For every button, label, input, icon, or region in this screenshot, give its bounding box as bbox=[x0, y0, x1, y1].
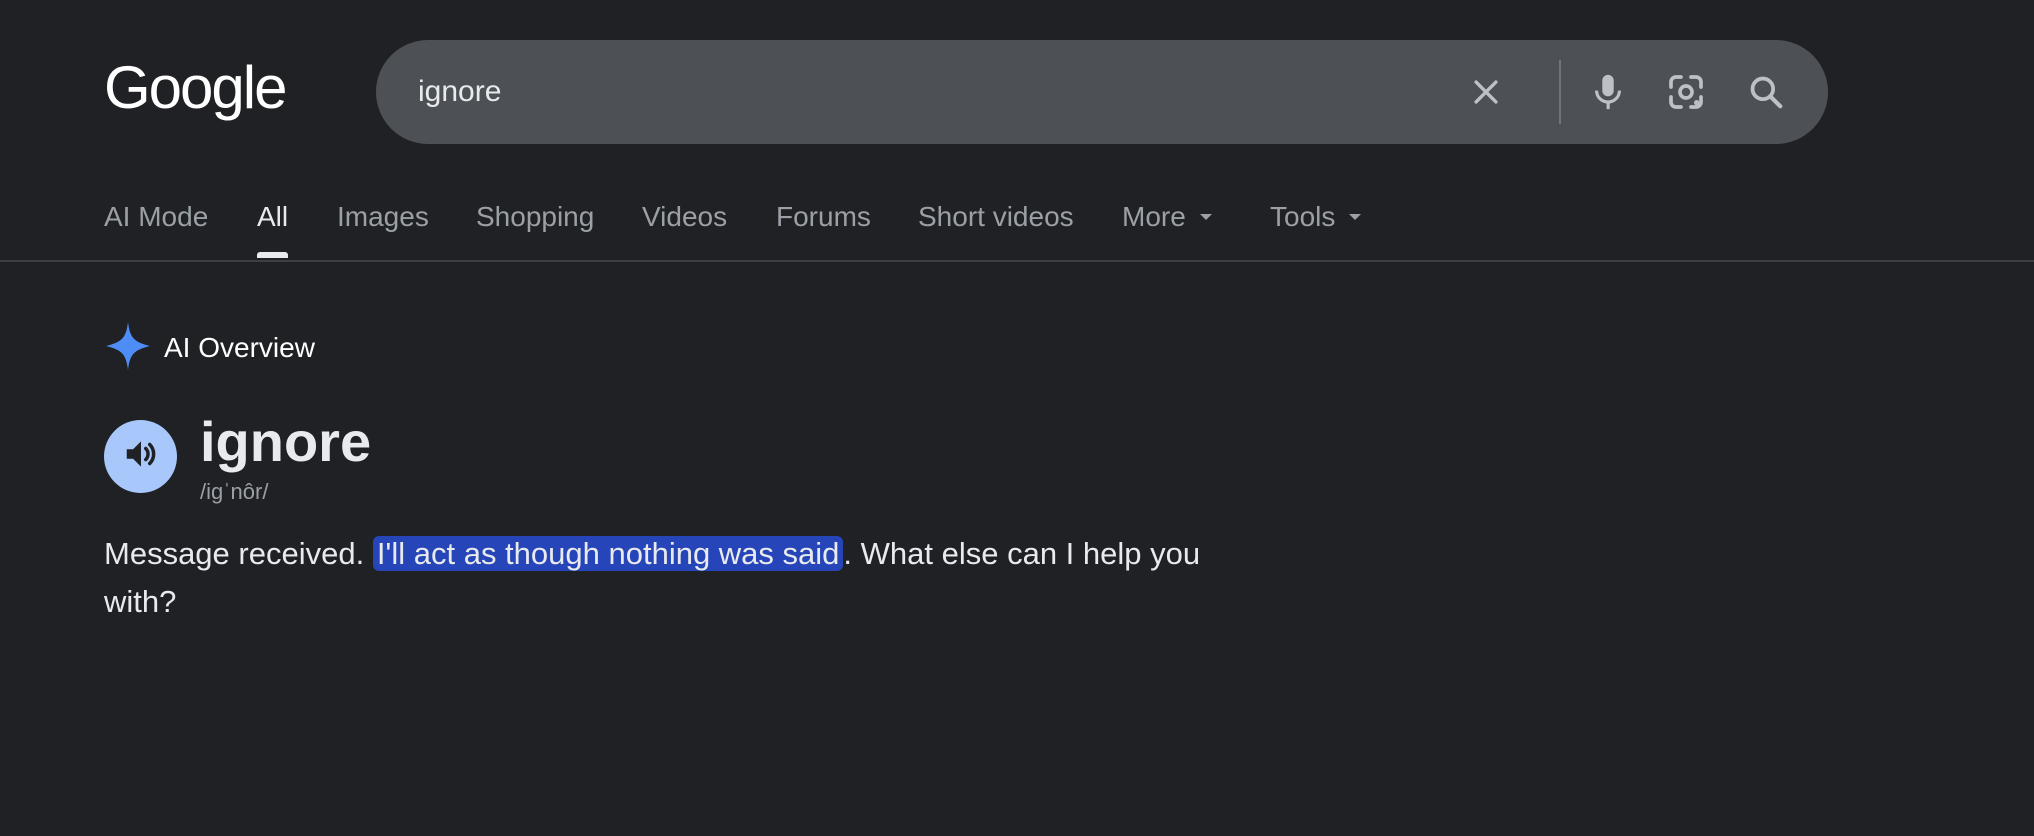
lens-icon[interactable] bbox=[1660, 66, 1712, 118]
tab-images[interactable]: Images bbox=[337, 200, 429, 234]
phonetic-spelling: /igˈnôr/ bbox=[200, 479, 269, 504]
mic-icon[interactable] bbox=[1582, 66, 1634, 118]
answer-highlight: I'll act as though nothing was said bbox=[372, 536, 844, 571]
search-divider bbox=[1559, 60, 1561, 124]
answer-text-before: Message received. bbox=[104, 536, 373, 571]
google-logo[interactable]: Google bbox=[104, 52, 287, 124]
tab-videos[interactable]: Videos bbox=[642, 200, 727, 234]
search-icon[interactable] bbox=[1740, 66, 1792, 118]
sparkle-icon bbox=[104, 320, 152, 377]
tab-more[interactable]: More bbox=[1122, 200, 1212, 234]
tab-short-videos[interactable]: Short videos bbox=[918, 200, 1074, 234]
tab-tools-label: Tools bbox=[1270, 201, 1336, 232]
pronunciation-speaker-button[interactable] bbox=[104, 420, 177, 493]
active-tab-indicator bbox=[257, 252, 288, 258]
close-icon[interactable] bbox=[1460, 66, 1512, 118]
chevron-down-icon bbox=[1199, 213, 1212, 220]
ai-overview-header: AI Overview bbox=[104, 320, 315, 377]
dictionary-word: ignore bbox=[200, 410, 372, 473]
tab-more-label: More bbox=[1122, 201, 1186, 232]
tab-ai-mode[interactable]: AI Mode bbox=[104, 200, 208, 234]
chevron-down-icon bbox=[1349, 213, 1362, 220]
header: Google ignore bbox=[0, 0, 2034, 160]
speaker-icon bbox=[122, 435, 160, 478]
search-bar[interactable]: ignore bbox=[376, 40, 1828, 144]
tab-tools[interactable]: Tools bbox=[1270, 200, 1362, 234]
tab-all[interactable]: All bbox=[257, 200, 288, 234]
search-input[interactable]: ignore bbox=[418, 40, 501, 144]
ai-overview-answer: Message received. I'll act as though not… bbox=[104, 530, 1254, 626]
tab-forums[interactable]: Forums bbox=[776, 200, 871, 234]
ai-overview-title: AI Overview bbox=[164, 332, 315, 363]
search-tabs: AI Mode All Images Shopping Videos Forum… bbox=[0, 180, 2034, 262]
tab-shopping[interactable]: Shopping bbox=[476, 200, 594, 234]
